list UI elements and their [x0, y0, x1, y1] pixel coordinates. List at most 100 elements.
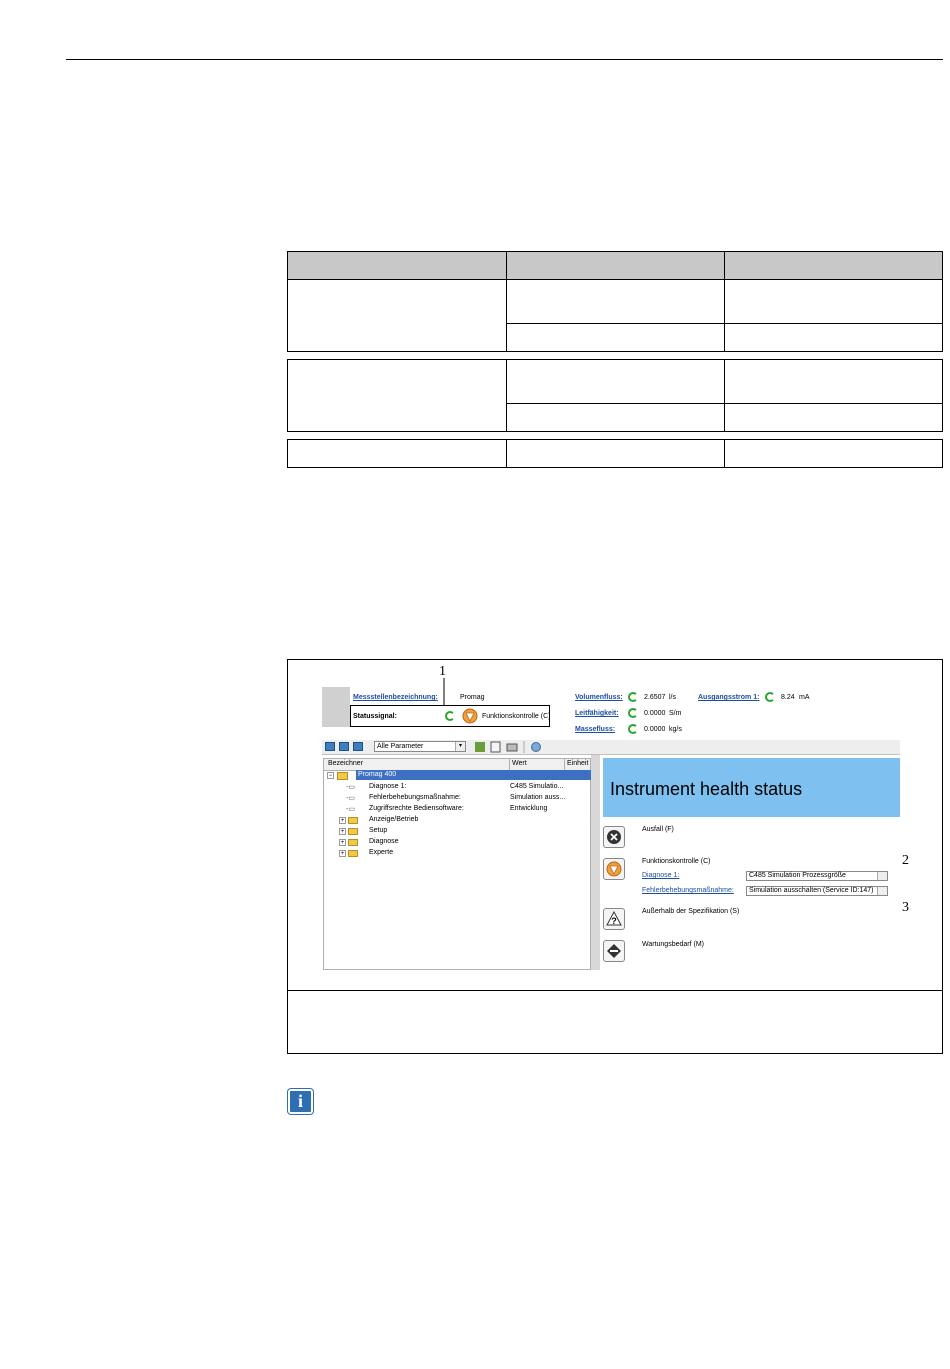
tree-root-item[interactable]: Promag 400: [356, 770, 593, 780]
chevron-down-icon[interactable]: [877, 887, 887, 895]
diagnosis-field[interactable]: C485 Simulation Prozessgröße: [746, 871, 888, 881]
table-cell: [288, 360, 507, 431]
callout-1-line: [443, 678, 445, 706]
parameter-icon: ‑▭: [346, 784, 355, 791]
refresh-icon: [628, 724, 638, 734]
collapse-icon[interactable]: −: [327, 772, 334, 779]
folder-icon: [348, 839, 358, 846]
table-cell: [507, 280, 725, 324]
chevron-down-icon[interactable]: [877, 872, 887, 880]
parameter-icon: ‑▭: [346, 806, 355, 813]
diagnosis-label[interactable]: Diagnose 1:: [642, 872, 679, 879]
function-check-icon: [606, 861, 622, 877]
table-cell: [507, 404, 725, 431]
tree-folder-item[interactable]: Experte: [369, 849, 393, 856]
tree-param-value: Entwicklung: [510, 805, 548, 812]
tag-label[interactable]: Messstellenbezeichnung:: [353, 694, 438, 701]
measurement-label-mass[interactable]: Massefluss:: [575, 726, 615, 733]
function-check-icon: [462, 708, 478, 724]
parameter-filter-select[interactable]: Alle Parameter ▾: [374, 741, 466, 752]
expand-icon[interactable]: +: [339, 839, 346, 846]
table-cell: [725, 324, 942, 351]
wizard-icon: [475, 742, 485, 752]
tree-folder-item[interactable]: Setup: [369, 827, 387, 834]
column-header-value[interactable]: Wert: [512, 760, 527, 767]
function-check-label: Funktionskontrolle (C): [642, 858, 711, 865]
out-of-spec-icon-box: ?: [603, 908, 625, 930]
table-cell: [507, 440, 725, 467]
tree-folder-item[interactable]: Anzeige/Betrieb: [369, 816, 418, 823]
out-of-spec-icon: ?: [606, 911, 622, 926]
print-icon: [506, 743, 518, 752]
table-header-cell: [507, 252, 725, 280]
maintenance-icon: [607, 944, 621, 958]
tree-root-label: Promag 400: [358, 771, 397, 778]
refresh-icon: [765, 692, 775, 702]
layout-view-3-icon[interactable]: [353, 742, 363, 751]
tree-param-name[interactable]: Diagnose 1:: [369, 783, 406, 790]
tree-param-name[interactable]: Zugriffsrechte Bediensoftware:: [369, 805, 464, 812]
failure-label: Ausfall (F): [642, 826, 674, 833]
column-header-name[interactable]: Bezeichner: [328, 760, 363, 767]
table-cell: [288, 280, 507, 351]
parameter-filter-value: Alle Parameter: [377, 743, 424, 750]
refresh-tool-icon: [531, 742, 541, 752]
maintenance-icon-box: [603, 940, 625, 962]
out-of-spec-label: Außerhalb der Spezifikation (S): [642, 908, 740, 915]
refresh-icon: [628, 708, 638, 718]
header-rule: [66, 59, 943, 60]
measurement-value-volume: 2.6507: [644, 694, 666, 701]
folder-icon: [348, 817, 358, 824]
function-check-icon-box: [603, 858, 625, 880]
folder-icon: [348, 850, 358, 857]
tree-param-value: Simulation auss...: [510, 794, 566, 801]
folder-open-icon: [337, 772, 348, 780]
refresh-icon: [445, 711, 455, 721]
remedy-label[interactable]: Fehlerbehebungsmaßnahme:: [642, 887, 734, 894]
measurement-label-conductivity[interactable]: Leitfähigkeit:: [575, 710, 619, 717]
info-icon: i: [288, 1089, 313, 1114]
table-cell: [507, 324, 725, 351]
chevron-down-icon[interactable]: ▾: [455, 742, 465, 751]
expand-icon[interactable]: +: [339, 850, 346, 857]
layout-view-1-icon[interactable]: [325, 742, 335, 751]
maintenance-label: Wartungsbedarf (M): [642, 941, 704, 948]
table-cell: [725, 280, 942, 324]
diagnosis-value: C485 Simulation Prozessgröße: [749, 872, 846, 879]
figure-caption-separator: [288, 990, 942, 991]
measurement-unit-mass: kg/s: [669, 726, 682, 733]
status-value: Funktionskontrolle (C): [482, 713, 551, 720]
pane-splitter[interactable]: [591, 755, 600, 970]
output-current-unit: mA: [799, 694, 810, 701]
tag-value: Promag: [460, 694, 485, 701]
table-cell: [507, 360, 725, 404]
tree-param-name[interactable]: Fehlerbehebungsmaßnahme:: [369, 794, 461, 801]
table-cell: [725, 360, 942, 404]
callout-3: 3: [902, 900, 909, 915]
toolbar-tools: [475, 741, 541, 753]
failure-icon: [607, 830, 621, 844]
expand-icon[interactable]: +: [339, 828, 346, 835]
table-cell: [725, 404, 942, 431]
table-cell: [725, 440, 942, 467]
measurement-value-mass: 0.0000: [644, 726, 666, 733]
measurement-unit-volume: l/s: [669, 694, 676, 701]
measurement-label-volume[interactable]: Volumenfluss:: [575, 694, 623, 701]
failure-icon-box: [603, 826, 625, 848]
health-status-title: Instrument health status: [610, 779, 803, 799]
table-header-cell: [288, 252, 507, 280]
table-block-3: [287, 439, 943, 468]
status-label: Statussignal:: [353, 713, 397, 720]
svg-text:?: ?: [611, 916, 617, 926]
expand-icon[interactable]: +: [339, 817, 346, 824]
output-current-label[interactable]: Ausgangsstrom 1:: [698, 694, 759, 701]
tree-folder-item[interactable]: Diagnose: [369, 838, 399, 845]
parameter-icon: ‑▭: [346, 795, 355, 802]
header-tab: [322, 687, 350, 727]
layout-view-2-icon[interactable]: [339, 742, 349, 751]
table-header-cell: [725, 252, 942, 280]
callout-2: 2: [902, 853, 909, 868]
column-header-unit[interactable]: Einheit: [567, 760, 588, 767]
remedy-field[interactable]: Simulation ausschalten (Service ID:147): [746, 886, 888, 896]
table-block-2: [287, 359, 943, 432]
